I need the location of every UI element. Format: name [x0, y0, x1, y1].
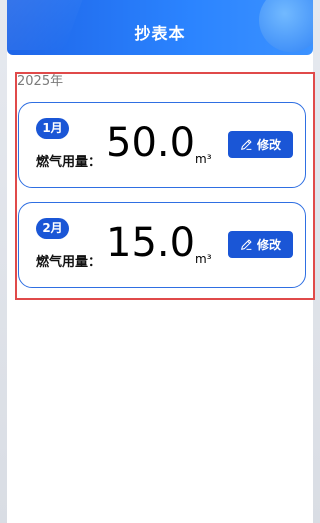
edit-button-label: 修改	[256, 138, 281, 152]
month-badge: 1月	[36, 118, 69, 139]
usage-unit: m³	[195, 252, 212, 266]
pencil-icon	[241, 239, 252, 250]
meter-record-card: 2月 燃气用量： 15.0 m³ 修改	[18, 202, 306, 288]
page-header: 抄表本	[7, 0, 313, 55]
usage-value: 50.0	[106, 120, 196, 166]
pencil-icon	[241, 139, 252, 150]
usage-unit: m³	[195, 152, 212, 166]
usage-label: 燃气用量：	[36, 155, 102, 170]
usage-value: 15.0	[106, 220, 196, 266]
edit-button-label: 修改	[256, 238, 281, 252]
usage-label: 燃气用量：	[36, 255, 102, 270]
meter-record-card: 1月 燃气用量： 50.0 m³ 修改	[18, 102, 306, 188]
left-edge	[0, 0, 7, 523]
page-title: 抄表本	[134, 24, 186, 43]
edit-button[interactable]: 修改	[228, 131, 293, 158]
edit-button[interactable]: 修改	[228, 231, 293, 258]
month-badge: 2月	[36, 218, 69, 239]
